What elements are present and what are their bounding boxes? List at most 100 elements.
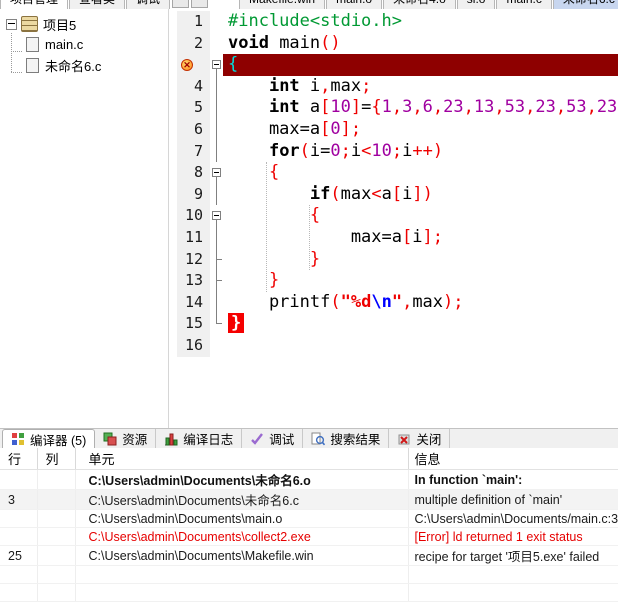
editor-line-8[interactable]: 8 {: [177, 162, 618, 184]
project-name: 项目5: [43, 17, 77, 33]
file-tab-si.o[interactable]: si.o: [456, 0, 496, 9]
fold-margin[interactable]: [210, 291, 223, 314]
code-token: int: [268, 97, 300, 118]
fold-margin[interactable]: [210, 183, 223, 206]
output-tab-label: 编译日志: [183, 433, 234, 447]
editor-line-5[interactable]: 5 int a[10]={1,3,6,23,13,53,23,53,23,13: [177, 97, 618, 119]
editor-line-12[interactable]: 12 }: [177, 248, 618, 271]
fold-line: [216, 118, 217, 141]
message-row[interactable]: 25 C:\Users\admin\Documents\Makefile.win r…: [0, 545, 618, 566]
output-tab-调试[interactable]: 调试: [242, 429, 304, 448]
fold-margin[interactable]: [210, 140, 223, 163]
file-tab-未命名4.o[interactable]: 未命名4.o: [383, 0, 456, 9]
editor-line-15[interactable]: 15}: [177, 313, 618, 335]
code-line-content: [223, 335, 618, 357]
fold-margin[interactable]: [210, 11, 223, 33]
code-token: }: [268, 270, 280, 291]
output-tab-关闭[interactable]: 关闭: [389, 429, 451, 448]
file-icon: [26, 58, 39, 73]
code-token: ]: [422, 226, 433, 247]
file-tab-main.o[interactable]: main.o: [326, 0, 383, 9]
editor-line-9[interactable]: 9 if(max<a[i]): [177, 183, 618, 206]
panel-tab-调试[interactable]: 调试: [126, 0, 171, 9]
editor-line-7[interactable]: 7 for(i=0;i<10;i++): [177, 140, 618, 163]
code-editor[interactable]: 1 #include<stdio.h> 2 void main() ✕{4 int i,…: [177, 9, 618, 428]
message-row[interactable]: C:\Users\admin\Documents\collect2.exe [Er…: [0, 527, 618, 546]
message-row[interactable]: 3 C:\Users\admin\Documents\未命名6.c multiple…: [0, 489, 618, 510]
code-token: #include<stdio.h>: [228, 11, 402, 31]
editor-line-2[interactable]: 2 void main(): [177, 32, 618, 55]
fold-margin[interactable]: [210, 162, 223, 184]
editor-line-16[interactable]: 16: [177, 334, 618, 357]
fold-margin[interactable]: [210, 270, 223, 292]
tree-root-project[interactable]: 项目5: [0, 14, 168, 34]
cell-line: [0, 509, 38, 528]
code-token: 23: [535, 97, 556, 118]
fold-margin[interactable]: [210, 32, 223, 55]
fold-collapse-icon[interactable]: [212, 168, 221, 178]
file-tab-main.c[interactable]: main.c: [496, 0, 552, 9]
message-row[interactable]: [0, 565, 618, 584]
fold-margin[interactable]: [210, 313, 223, 335]
fold-collapse-icon[interactable]: [212, 60, 221, 70]
code-token: ]: [350, 97, 362, 118]
editor-line-11[interactable]: 11 max=a[i];: [177, 226, 618, 249]
tree-item-main.c[interactable]: main.c: [0, 34, 168, 55]
fold-margin[interactable]: [210, 54, 223, 76]
fold-line: [216, 69, 217, 76]
cell-unit: C:\Users\admin\Documents\未命名6.c: [75, 489, 409, 510]
code-token: a: [391, 226, 403, 247]
file-icon: [26, 37, 39, 52]
code-line-content: max=a[i];: [223, 227, 618, 249]
output-tab-搜索结果[interactable]: 搜索结果: [303, 429, 390, 448]
code-token: ,: [402, 291, 413, 312]
code-token: printf: [228, 291, 331, 312]
column-header-line[interactable]: 行: [0, 448, 38, 470]
code-token: ,: [463, 97, 474, 118]
collapse-minus-icon[interactable]: [6, 18, 17, 30]
fold-line: [216, 97, 217, 119]
error-breakpoint-icon[interactable]: ✕: [181, 59, 193, 72]
fold-margin[interactable]: [210, 226, 223, 249]
message-row[interactable]: [0, 583, 618, 602]
tree-item-未命名6.c[interactable]: 未命名6.c: [0, 55, 168, 76]
tab-scroll-button-right[interactable]: [191, 0, 209, 8]
editor-line-13[interactable]: 13 }: [177, 270, 618, 292]
fold-margin[interactable]: [210, 248, 223, 271]
editor-line-1[interactable]: 1 #include<stdio.h>: [177, 11, 618, 33]
code-token: ;: [361, 75, 372, 96]
column-header-info[interactable]: 信息: [408, 448, 618, 470]
file-tab-Makefile.win[interactable]: Makefile.win: [239, 0, 326, 9]
cell-info: [408, 565, 618, 584]
output-tab-编译日志[interactable]: 编译日志: [156, 429, 243, 448]
fold-line: [216, 140, 217, 163]
project-tree: 项目5 main.c 未命名6.c: [0, 9, 168, 76]
editor-line-14[interactable]: 14 printf("%d\n",max);: [177, 291, 618, 314]
fold-margin[interactable]: [210, 334, 223, 357]
editor-line-10[interactable]: 10 {: [177, 205, 618, 227]
cell-col: [37, 527, 76, 546]
message-row[interactable]: C:\Users\admin\Documents\未命名6.o In functi…: [0, 469, 618, 490]
fold-margin[interactable]: [210, 75, 223, 98]
panel-tab-项目管理[interactable]: 项目管理: [0, 0, 69, 9]
editor-line-4[interactable]: 4 int i,max;: [177, 75, 618, 98]
panel-tab-查看类[interactable]: 查看类: [69, 0, 126, 9]
output-tab-编译器 (5)[interactable]: 编译器 (5): [2, 429, 96, 448]
output-tab-资源[interactable]: 资源: [95, 429, 157, 448]
fold-collapse-icon[interactable]: [212, 211, 221, 221]
message-row[interactable]: C:\Users\admin\Documents\main.o C:\Users\…: [0, 509, 618, 528]
code-line-content: printf("%d\n",max);: [223, 292, 618, 314]
editor-line-6[interactable]: 6 max=a[0];: [177, 118, 618, 141]
column-header-col[interactable]: 列: [37, 448, 76, 470]
code-token: =: [299, 118, 310, 139]
code-token: a: [299, 97, 321, 118]
fold-margin[interactable]: [210, 97, 223, 119]
column-header-unit[interactable]: 单元: [75, 448, 409, 470]
fold-margin[interactable]: [210, 118, 223, 141]
editor-line-3[interactable]: ✕{: [177, 54, 618, 76]
tab-scroll-button-left[interactable]: [172, 0, 190, 8]
file-tab-未命名6.c[interactable]: 未命名6.c: [552, 0, 618, 9]
fold-margin[interactable]: [210, 205, 223, 227]
